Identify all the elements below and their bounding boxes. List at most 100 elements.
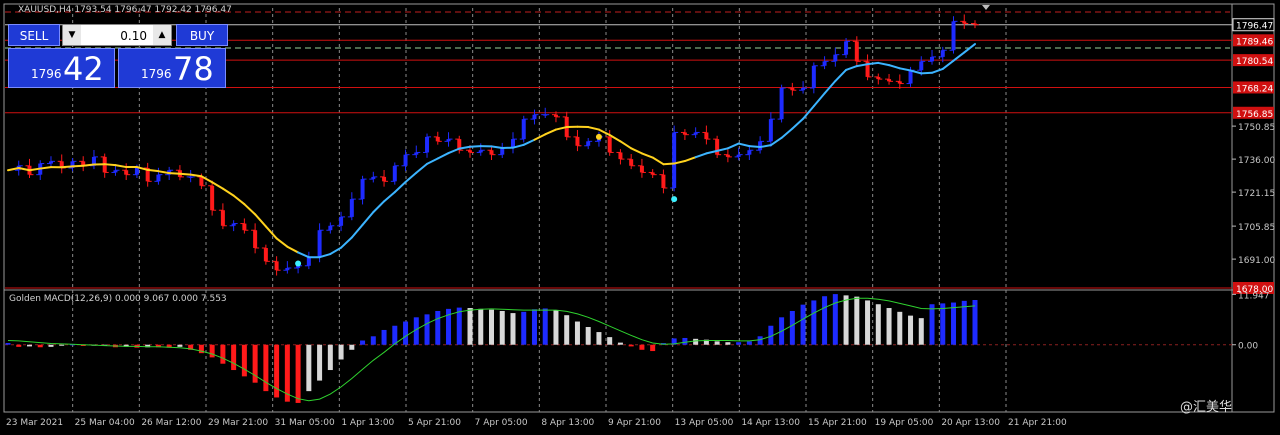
x-tick-label: 1 Apr 13:00: [341, 418, 394, 428]
candle-body: [489, 150, 494, 155]
candle-body: [629, 159, 634, 166]
macd-bar: [456, 307, 462, 345]
buy-button[interactable]: BUY: [176, 24, 228, 46]
candle-body: [779, 88, 784, 120]
macd-bar: [682, 337, 688, 345]
x-tick-label: 26 Mar 12:00: [141, 418, 201, 428]
buy-quote-button[interactable]: 1796 78: [118, 48, 226, 88]
candle-body: [661, 174, 666, 188]
ma-segment: [103, 163, 117, 167]
ma-segment: [426, 157, 439, 165]
macd-y-tick-label: 0.00: [1238, 342, 1258, 352]
candle-body: [715, 139, 720, 155]
candle-body: [930, 56, 935, 62]
candle-body: [339, 216, 344, 226]
candle-body: [220, 210, 225, 226]
y-tick-label: 1736.00: [1238, 156, 1275, 166]
watermark: @汇美华: [1180, 400, 1233, 415]
level-label: 1789.46: [1236, 37, 1273, 47]
macd-bar: [800, 304, 806, 345]
macd-bar: [725, 342, 731, 345]
ma-segment: [71, 164, 85, 168]
ma-segment: [361, 211, 375, 226]
macd-bar: [360, 340, 366, 345]
candle-body: [521, 119, 526, 140]
ma-segment: [350, 223, 364, 239]
buy-price-big: 78: [173, 50, 214, 88]
candle-body: [124, 170, 129, 175]
macd-bar: [241, 344, 247, 377]
macd-bar: [306, 344, 312, 392]
candle-body: [532, 114, 537, 120]
candle-body: [908, 70, 913, 84]
lot-size-field[interactable]: ▼ 0.10 ▲: [62, 24, 172, 46]
ma-segment: [877, 61, 891, 67]
candle-body: [940, 50, 945, 57]
macd-bar: [5, 343, 11, 345]
ma-segment: [264, 225, 278, 240]
macd-bar: [403, 321, 409, 345]
level-label: 1768.24: [1236, 84, 1273, 94]
ma-segment: [243, 203, 257, 216]
macd-title: Golden MACD(12,26,9) 0.000 9.067 0.000 7…: [9, 294, 227, 304]
macd-bar: [897, 311, 903, 345]
candle-body: [811, 65, 816, 88]
ma-segment: [383, 191, 396, 203]
macd-bar: [59, 344, 65, 346]
x-tick-label: 21 Apr 21:00: [1008, 418, 1067, 428]
x-tick-label: 20 Apr 13:00: [941, 418, 1000, 428]
candle-body: [210, 185, 215, 211]
candle-body: [317, 230, 322, 257]
x-tick-label: 14 Apr 13:00: [741, 418, 800, 428]
candle-body: [403, 154, 408, 166]
macd-bar: [317, 344, 323, 381]
macd-bar: [220, 344, 226, 364]
sell-quote-button[interactable]: 1796 42: [8, 48, 115, 88]
lot-increase-icon[interactable]: ▲: [153, 25, 171, 45]
ma-segment: [898, 67, 912, 72]
candle-body: [704, 132, 709, 140]
candle-body: [575, 136, 580, 146]
macd-bar: [489, 309, 494, 345]
buy-dot: [671, 196, 678, 203]
sell-button[interactable]: SELL: [8, 24, 60, 46]
macd-bar: [585, 327, 591, 345]
x-tick-label: 31 Mar 05:00: [275, 418, 335, 428]
candle-body: [382, 176, 387, 182]
candle-body: [639, 165, 644, 173]
macd-bar: [972, 300, 978, 345]
macd-bar: [854, 296, 860, 345]
candle-body: [274, 261, 279, 271]
macd-bar: [392, 325, 398, 345]
macd-bar: [617, 342, 623, 345]
ma-segment: [931, 67, 944, 74]
ma-segment: [372, 200, 386, 214]
x-tick-label: 9 Apr 21:00: [608, 418, 661, 428]
macd-bar: [639, 344, 645, 350]
x-tick-label: 5 Apr 21:00: [408, 418, 461, 428]
macd-bar: [596, 332, 602, 345]
lot-value: 0.10: [120, 29, 147, 43]
candle-body: [768, 119, 773, 142]
macd-bar: [478, 308, 484, 345]
macd-bar: [929, 304, 935, 345]
macd-bar: [177, 344, 183, 347]
current-price-label: 1796.47: [1236, 22, 1273, 32]
ma-segment: [630, 147, 643, 155]
candle-body: [263, 248, 268, 262]
macd-bar: [843, 295, 849, 345]
candle-body: [951, 21, 956, 51]
macd-bar: [327, 344, 333, 371]
ma-segment: [683, 156, 697, 163]
ma-segment: [415, 162, 429, 174]
ma-segment: [597, 128, 611, 136]
ma-segment: [737, 142, 751, 148]
candle-body: [360, 179, 365, 200]
lot-decrease-icon[interactable]: ▼: [63, 25, 81, 45]
ma-segment: [544, 128, 557, 136]
x-tick-label: 13 Apr 05:00: [675, 418, 734, 428]
x-tick-label: 23 Mar 2021: [6, 418, 63, 428]
candle-body: [199, 176, 204, 186]
y-tick-label: 1705.85: [1238, 223, 1275, 233]
ma-segment: [189, 173, 203, 178]
